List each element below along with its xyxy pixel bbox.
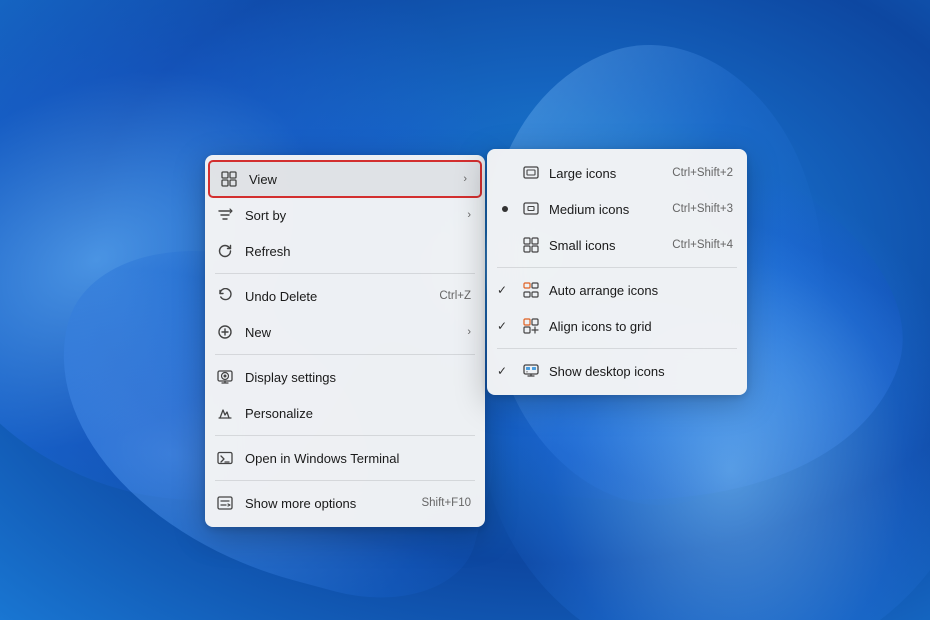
view-submenu: Large icons Ctrl+Shift+2 Medium icons Ct… (487, 149, 747, 395)
show-desktop-label: Show desktop icons (549, 364, 733, 379)
medium-icons-label: Medium icons (549, 202, 654, 217)
menu-item-refresh[interactable]: Refresh (205, 233, 485, 269)
small-icons-label: Small icons (549, 238, 654, 253)
more-icon (215, 493, 235, 513)
new-arrow: › (467, 326, 471, 338)
view-label: View (249, 172, 453, 187)
display-icon (215, 367, 235, 387)
menu-item-undo-delete[interactable]: Undo Delete Ctrl+Z (205, 278, 485, 314)
open-terminal-label: Open in Windows Terminal (245, 451, 471, 466)
small-icons-shortcut: Ctrl+Shift+4 (662, 239, 733, 251)
submenu-item-small-icons[interactable]: Small icons Ctrl+Shift+4 (487, 227, 747, 263)
submenu-item-medium-icons[interactable]: Medium icons Ctrl+Shift+3 (487, 191, 747, 227)
align-grid-label: Align icons to grid (549, 319, 733, 334)
undo-delete-shortcut: Ctrl+Z (419, 290, 471, 302)
primary-context-menu: View › Sort by › Refresh (205, 155, 485, 527)
display-settings-label: Display settings (245, 370, 471, 385)
context-menu-container: View › Sort by › Refresh (205, 155, 747, 527)
show-more-shortcut: Shift+F10 (401, 497, 471, 509)
separator-4 (215, 480, 475, 481)
new-icon (215, 322, 235, 342)
undo-delete-label: Undo Delete (245, 289, 409, 304)
personalize-icon (215, 403, 235, 423)
menu-item-view[interactable]: View › (209, 161, 481, 197)
sort-icon (215, 205, 235, 225)
submenu-separator-2 (497, 348, 737, 349)
sort-by-label: Sort by (245, 208, 457, 223)
small-icon (521, 235, 541, 255)
show-desktop-check: ✓ (497, 364, 513, 378)
menu-item-personalize[interactable]: Personalize (205, 395, 485, 431)
align-grid-check: ✓ (497, 319, 513, 333)
terminal-icon (215, 448, 235, 468)
menu-item-show-more[interactable]: Show more options Shift+F10 (205, 485, 485, 521)
undo-icon (215, 286, 235, 306)
separator-2 (215, 354, 475, 355)
refresh-icon (215, 241, 235, 261)
personalize-label: Personalize (245, 406, 471, 421)
menu-item-display-settings[interactable]: Display settings (205, 359, 485, 395)
sort-by-arrow: › (467, 209, 471, 221)
large-icons-label: Large icons (549, 166, 654, 181)
submenu-separator-1 (497, 267, 737, 268)
auto-arrange-icon (521, 280, 541, 300)
medium-icon (521, 199, 541, 219)
grid-icon (219, 169, 239, 189)
large-icon (521, 163, 541, 183)
menu-item-sort-by[interactable]: Sort by › (205, 197, 485, 233)
large-icons-shortcut: Ctrl+Shift+2 (662, 167, 733, 179)
separator-3 (215, 435, 475, 436)
separator-1 (215, 273, 475, 274)
medium-icons-shortcut: Ctrl+Shift+3 (662, 203, 733, 215)
submenu-item-auto-arrange[interactable]: ✓ Auto arrange icons (487, 272, 747, 308)
show-more-label: Show more options (245, 496, 391, 511)
submenu-item-large-icons[interactable]: Large icons Ctrl+Shift+2 (487, 155, 747, 191)
auto-arrange-label: Auto arrange icons (549, 283, 733, 298)
view-arrow: › (463, 173, 467, 185)
menu-item-open-terminal[interactable]: Open in Windows Terminal (205, 440, 485, 476)
menu-item-new[interactable]: New › (205, 314, 485, 350)
medium-icons-bullet (502, 206, 508, 212)
desktop-icon (521, 361, 541, 381)
medium-icons-check (497, 206, 513, 212)
refresh-label: Refresh (245, 244, 471, 259)
submenu-item-align-grid[interactable]: ✓ Align icons to grid (487, 308, 747, 344)
submenu-item-show-desktop[interactable]: ✓ Show desktop icons (487, 353, 747, 389)
auto-arrange-check: ✓ (497, 283, 513, 297)
align-icon (521, 316, 541, 336)
new-label: New (245, 325, 457, 340)
